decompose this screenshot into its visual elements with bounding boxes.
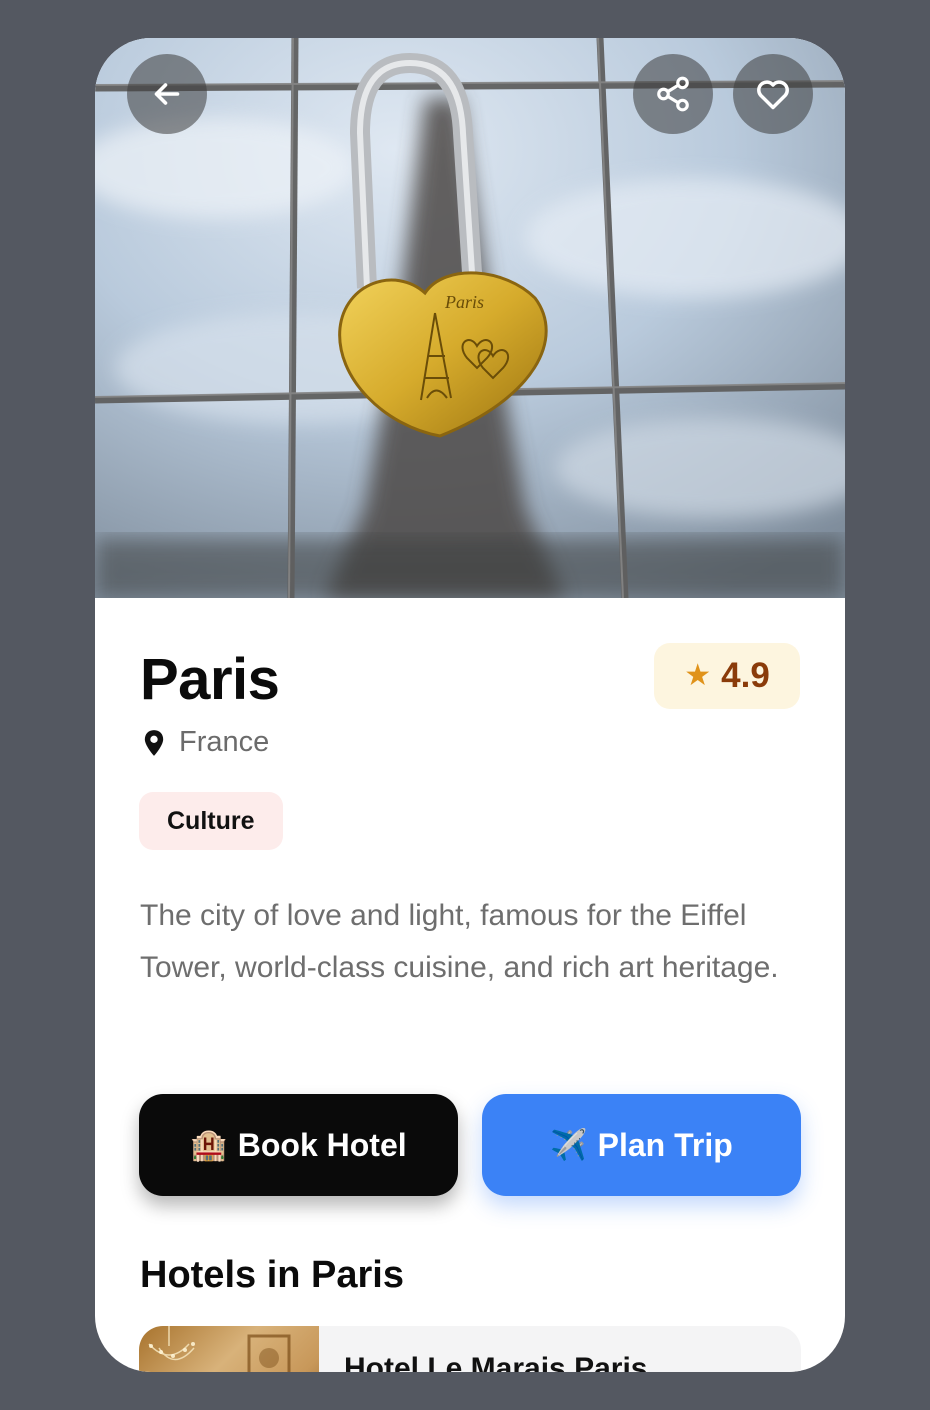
favorite-button[interactable] xyxy=(733,54,813,134)
hotel-name: Hotel Le Marais Paris xyxy=(344,1352,648,1372)
category-tag: Culture xyxy=(139,792,283,850)
star-icon: ★ xyxy=(684,659,712,692)
destination-title: Paris xyxy=(140,647,280,712)
rating-value: 4.9 xyxy=(721,656,770,695)
hotel-card[interactable]: Hotel Le Marais Paris xyxy=(139,1326,801,1372)
map-pin-icon xyxy=(144,729,164,756)
rating-badge: ★ 4.9 xyxy=(654,643,800,709)
arrow-left-icon xyxy=(154,83,180,105)
destination-description: The city of love and light, famous for t… xyxy=(140,899,779,984)
plan-trip-label: Plan Trip xyxy=(597,1126,733,1163)
hero-image: Paris xyxy=(95,38,845,598)
hotels-section-title: Hotels in Paris xyxy=(140,1254,404,1296)
love-lock-photo: Paris xyxy=(95,38,845,598)
hotel-icon: 🏨 xyxy=(190,1128,228,1162)
country-label: France xyxy=(179,726,270,758)
chandelier-photo xyxy=(148,1326,291,1372)
book-hotel-button[interactable]: 🏨 Book Hotel xyxy=(139,1094,458,1196)
hotel-thumbnail xyxy=(139,1326,319,1372)
destination-detail-card: Paris Paris ★ 4.9 France Culture The cit… xyxy=(95,38,845,1372)
plan-trip-button[interactable]: ✈️ Plan Trip xyxy=(482,1094,801,1196)
heart-icon xyxy=(757,80,789,110)
back-button[interactable] xyxy=(127,54,207,134)
book-hotel-label: Book Hotel xyxy=(237,1126,407,1163)
share-icon xyxy=(657,76,689,112)
airplane-icon: ✈️ xyxy=(550,1128,588,1162)
svg-text:Paris: Paris xyxy=(444,292,484,312)
location-row: France xyxy=(143,726,269,759)
share-button[interactable] xyxy=(633,54,713,134)
